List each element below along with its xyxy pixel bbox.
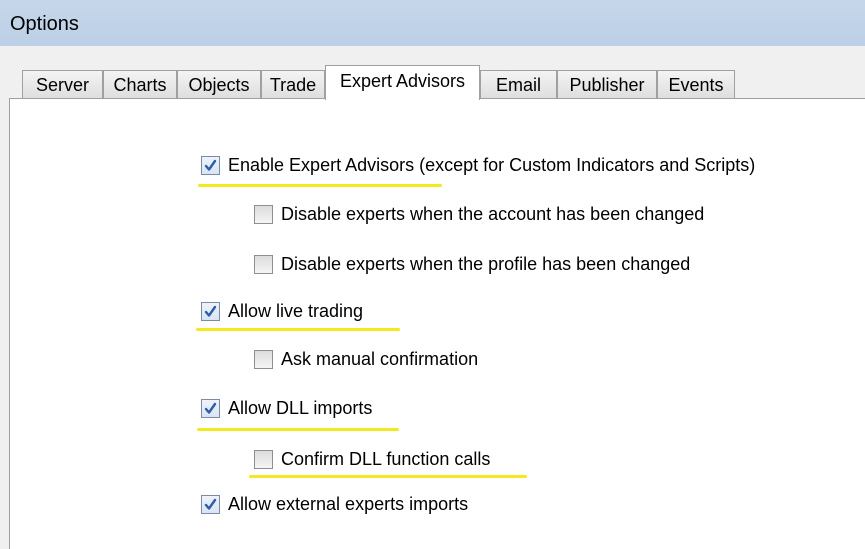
- highlight-underline: [196, 328, 400, 331]
- tab-objects[interactable]: Objects: [177, 70, 261, 98]
- confirm-dll-calls-label: Confirm DLL function calls: [281, 449, 491, 469]
- highlight-underline: [198, 184, 442, 187]
- tab-trade[interactable]: Trade: [261, 70, 325, 98]
- disable-on-account-change-label: Disable experts when the account has bee…: [281, 204, 705, 224]
- title-bar: Options: [0, 0, 865, 46]
- disable-on-profile-change-label: Disable experts when the profile has bee…: [281, 254, 691, 274]
- highlight-underline: [197, 428, 399, 431]
- tab-publisher[interactable]: Publisher: [557, 70, 657, 98]
- confirm-dll-calls-option[interactable]: Confirm DLL function calls: [254, 448, 490, 470]
- tab-email[interactable]: Email: [480, 70, 557, 98]
- allow-dll-imports-option[interactable]: Allow DLL imports: [201, 397, 372, 419]
- confirm-dll-calls-checkbox[interactable]: [254, 449, 273, 469]
- ask-manual-confirmation-checkbox[interactable]: [254, 349, 273, 369]
- allow-external-imports-option[interactable]: Allow external experts imports: [201, 493, 468, 515]
- enable-experts-label: Enable Expert Advisors (except for Custo…: [228, 155, 756, 175]
- allow-live-trading-option[interactable]: Allow live trading: [201, 300, 363, 322]
- window-title: Options: [10, 13, 79, 35]
- allow-live-trading-label: Allow live trading: [228, 301, 364, 321]
- tab-expert-advisors[interactable]: Expert Advisors: [325, 65, 480, 100]
- enable-experts-checkbox[interactable]: [201, 155, 220, 175]
- checkmark-icon: [204, 159, 217, 171]
- checkmark-icon: [204, 498, 217, 510]
- disable-on-profile-change-option[interactable]: Disable experts when the profile has bee…: [254, 253, 690, 275]
- tab-charts[interactable]: Charts: [103, 70, 177, 98]
- checkmark-icon: [204, 402, 217, 414]
- enable-experts-option[interactable]: Enable Expert Advisors (except for Custo…: [201, 154, 755, 176]
- allow-live-trading-checkbox[interactable]: [201, 301, 220, 321]
- disable-on-account-change-checkbox[interactable]: [254, 204, 273, 224]
- ask-manual-confirmation-option[interactable]: Ask manual confirmation: [254, 348, 478, 370]
- allow-dll-imports-label: Allow DLL imports: [228, 398, 373, 418]
- tab-events[interactable]: Events: [657, 70, 735, 98]
- allow-external-imports-label: Allow external experts imports: [228, 494, 469, 514]
- highlight-underline: [249, 475, 527, 478]
- tab-server[interactable]: Server: [22, 70, 103, 98]
- ask-manual-confirmation-label: Ask manual confirmation: [281, 349, 479, 369]
- disable-on-profile-change-checkbox[interactable]: [254, 254, 273, 274]
- allow-dll-imports-checkbox[interactable]: [201, 398, 220, 418]
- allow-external-imports-checkbox[interactable]: [201, 494, 220, 514]
- disable-on-account-change-option[interactable]: Disable experts when the account has bee…: [254, 203, 704, 225]
- checkmark-icon: [204, 305, 217, 317]
